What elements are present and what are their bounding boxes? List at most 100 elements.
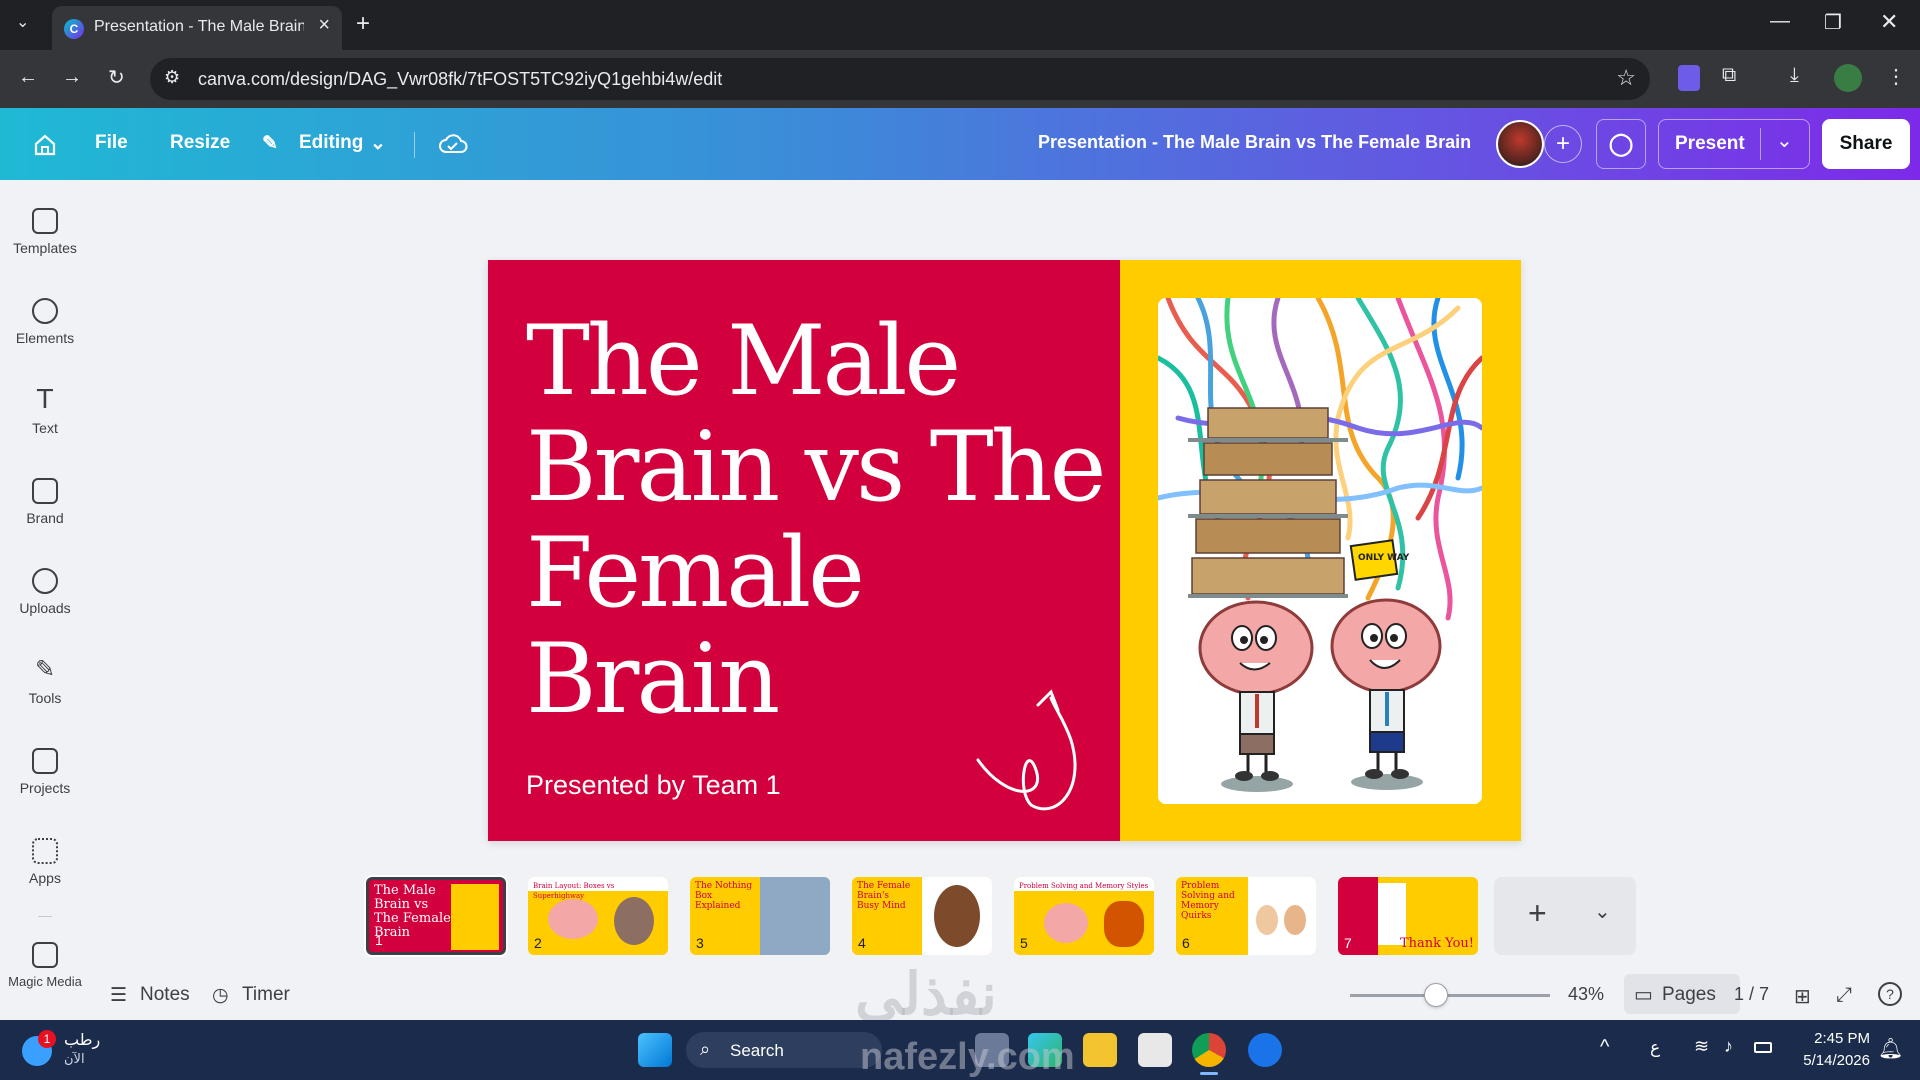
new-tab-icon[interactable]: + (356, 10, 370, 38)
page-thumbnail-7[interactable]: Thank You! 7 (1338, 877, 1478, 955)
comment-bubble-icon[interactable]: ◯ (1596, 119, 1646, 169)
back-icon[interactable]: ← (18, 66, 38, 89)
forward-icon[interactable]: → (62, 66, 82, 89)
sidebar-item-label: Projects (19, 780, 71, 796)
clock-time[interactable]: 2:45 PM (1800, 1030, 1870, 1047)
tab-search-chevron-icon[interactable]: ⌄ (16, 12, 29, 32)
extensions-puzzle-icon[interactable]: ⧉ (1722, 64, 1736, 87)
brains-cartoon-image: ONLY WAY (1158, 298, 1482, 804)
file-explorer-icon[interactable] (1083, 1033, 1117, 1067)
pages-label: Pages (1662, 984, 1716, 1005)
elements-shapes-icon (32, 298, 58, 324)
site-info-icon[interactable]: ⚙ (164, 67, 180, 88)
taskbar-search[interactable]: ⌕ Search (686, 1032, 882, 1068)
chevron-down-icon[interactable]: ⌄ (370, 132, 386, 155)
minimize-icon[interactable]: — (1770, 10, 1790, 33)
thumbnail-image (451, 884, 499, 950)
browser-tab-active[interactable]: C Presentation - The Male Brain v × (52, 6, 342, 50)
sidebar-item-apps[interactable]: Apps (0, 838, 90, 886)
present-options-chevron-icon[interactable]: ⌄ (1776, 128, 1793, 153)
timer-button[interactable]: Timer (242, 984, 290, 1006)
pages-button[interactable]: ▭ Pages (1624, 974, 1740, 1014)
weather-sublabel: الآن (64, 1052, 85, 1067)
slide-subtitle[interactable]: Presented by Team 1 (526, 770, 781, 801)
sidebar-item-label: Uploads (19, 600, 71, 616)
zoom-level[interactable]: 43% (1568, 984, 1604, 1005)
home-icon[interactable] (32, 132, 58, 158)
thumbnail-title: Thank You! (1399, 936, 1474, 951)
sidebar-item-projects[interactable]: Projects (0, 748, 90, 796)
thumbnail-number: 2 (534, 935, 542, 951)
clock-date[interactable]: 5/14/2026 (1790, 1052, 1870, 1069)
sidebar-item-templates[interactable]: Templates (0, 208, 90, 256)
restore-icon[interactable]: ❐ (1824, 10, 1842, 35)
wifi-icon[interactable]: ≋ (1694, 1036, 1709, 1057)
zoom-slider-track[interactable] (1350, 994, 1550, 997)
volume-icon[interactable]: ♪ (1724, 1036, 1733, 1057)
thumbnail-face (934, 885, 980, 947)
canva-favicon-icon: C (64, 19, 84, 39)
sidebar-item-elements[interactable]: Elements (0, 298, 90, 346)
notes-button[interactable]: Notes (140, 984, 190, 1006)
sidebar-divider (38, 916, 52, 917)
zoom-slider-handle[interactable] (1424, 983, 1448, 1007)
slide-canvas[interactable]: The Male Brain vs The Female Brain Prese… (488, 260, 1521, 841)
page-thumbnail-6[interactable]: Problem Solving and Memory Quirks 6 (1176, 877, 1316, 955)
notification-badge: 1 (38, 1030, 56, 1048)
page-thumbnail-2[interactable]: Brain Layout: Boxes vs Superhighway 2 (528, 877, 668, 955)
document-title[interactable]: Presentation - The Male Brain vs The Fem… (1038, 132, 1471, 153)
share-button[interactable]: Share (1822, 119, 1910, 169)
tab-close-icon[interactable]: × (318, 14, 330, 37)
user-avatar[interactable] (1496, 120, 1544, 168)
grid-view-icon[interactable]: ⊞ (1794, 984, 1811, 1009)
thumbnail-number: 4 (858, 935, 866, 951)
curly-arrow-icon[interactable] (976, 680, 1096, 820)
input-language[interactable]: ع (1650, 1038, 1660, 1058)
page-thumbnail-5[interactable]: Problem Solving and Memory Styles 5 (1014, 877, 1154, 955)
weather-label: رطب (64, 1030, 101, 1049)
add-collaborator-plus-icon[interactable]: + (1544, 125, 1582, 163)
extension-shield-icon[interactable] (1678, 65, 1700, 91)
fullscreen-icon[interactable]: ⤢ (1836, 984, 1852, 1007)
window-close-icon[interactable]: ✕ (1880, 9, 1898, 35)
browser-tab-bar: ⌄ C Presentation - The Male Brain v × + … (0, 0, 1920, 50)
brain-illustration[interactable]: ONLY WAY (1158, 298, 1482, 804)
page-thumbnail-4[interactable]: The Female Brain's Busy Mind 4 (852, 877, 992, 955)
resize-button[interactable]: Resize (170, 132, 230, 154)
chrome-taskbar-icon[interactable] (1192, 1033, 1226, 1067)
brand-icon (32, 478, 58, 504)
file-menu[interactable]: File (95, 132, 128, 154)
add-page-plus-icon[interactable]: + (1528, 895, 1547, 932)
battery-icon[interactable] (1754, 1042, 1772, 1053)
reload-icon[interactable]: ↻ (108, 65, 125, 90)
thumbnail-number: 5 (1020, 935, 1028, 951)
app-store-icon[interactable] (1248, 1033, 1282, 1067)
search-icon: ⌕ (700, 1039, 711, 1059)
add-page-group: + ⌄ (1494, 877, 1636, 955)
sidebar-item-brand[interactable]: Brand (0, 478, 90, 526)
sidebar-item-text[interactable]: T Text (0, 387, 90, 436)
editing-mode-button[interactable]: Editing (299, 132, 363, 154)
bookmark-star-icon[interactable]: ☆ (1616, 65, 1636, 91)
tray-chevron-up-icon[interactable]: ^ (1600, 1036, 1609, 1059)
help-icon[interactable]: ? (1878, 982, 1902, 1006)
address-bar[interactable]: ⚙ canva.com/design/DAG_Vwr08fk/7tFOST5TC… (150, 58, 1650, 100)
page-thumbnail-3[interactable]: The Nothing Box Explained 3 (690, 877, 830, 955)
add-page-chevron-down-icon[interactable]: ⌄ (1594, 899, 1611, 924)
profile-avatar-icon[interactable] (1834, 64, 1862, 92)
download-icon[interactable]: ⤓ (1790, 64, 1799, 87)
thumbnail-title: The Female Brain's Busy Mind (857, 881, 911, 911)
thumbnail-number: 6 (1182, 935, 1190, 951)
windows-start-icon[interactable] (638, 1033, 672, 1067)
chrome-menu-icon[interactable]: ⋮ (1886, 64, 1906, 89)
microsoft-store-icon[interactable] (1138, 1033, 1172, 1067)
thumbnail-number: 3 (696, 935, 704, 951)
sidebar-item-uploads[interactable]: Uploads (0, 568, 90, 616)
present-label: Present (1675, 133, 1745, 154)
page-thumbnail-1[interactable]: The Male Brain vs The Female Brain 1 (364, 875, 508, 957)
notification-bell-icon[interactable]: 🔔︎ (1878, 1036, 1903, 1061)
cloud-saved-icon[interactable] (438, 131, 468, 157)
slide-title[interactable]: The Male Brain vs The Female Brain (526, 308, 1106, 732)
sidebar-item-tools[interactable]: ✎ Tools (0, 658, 90, 707)
sidebar-item-magic-media[interactable]: Magic Media (0, 942, 90, 989)
